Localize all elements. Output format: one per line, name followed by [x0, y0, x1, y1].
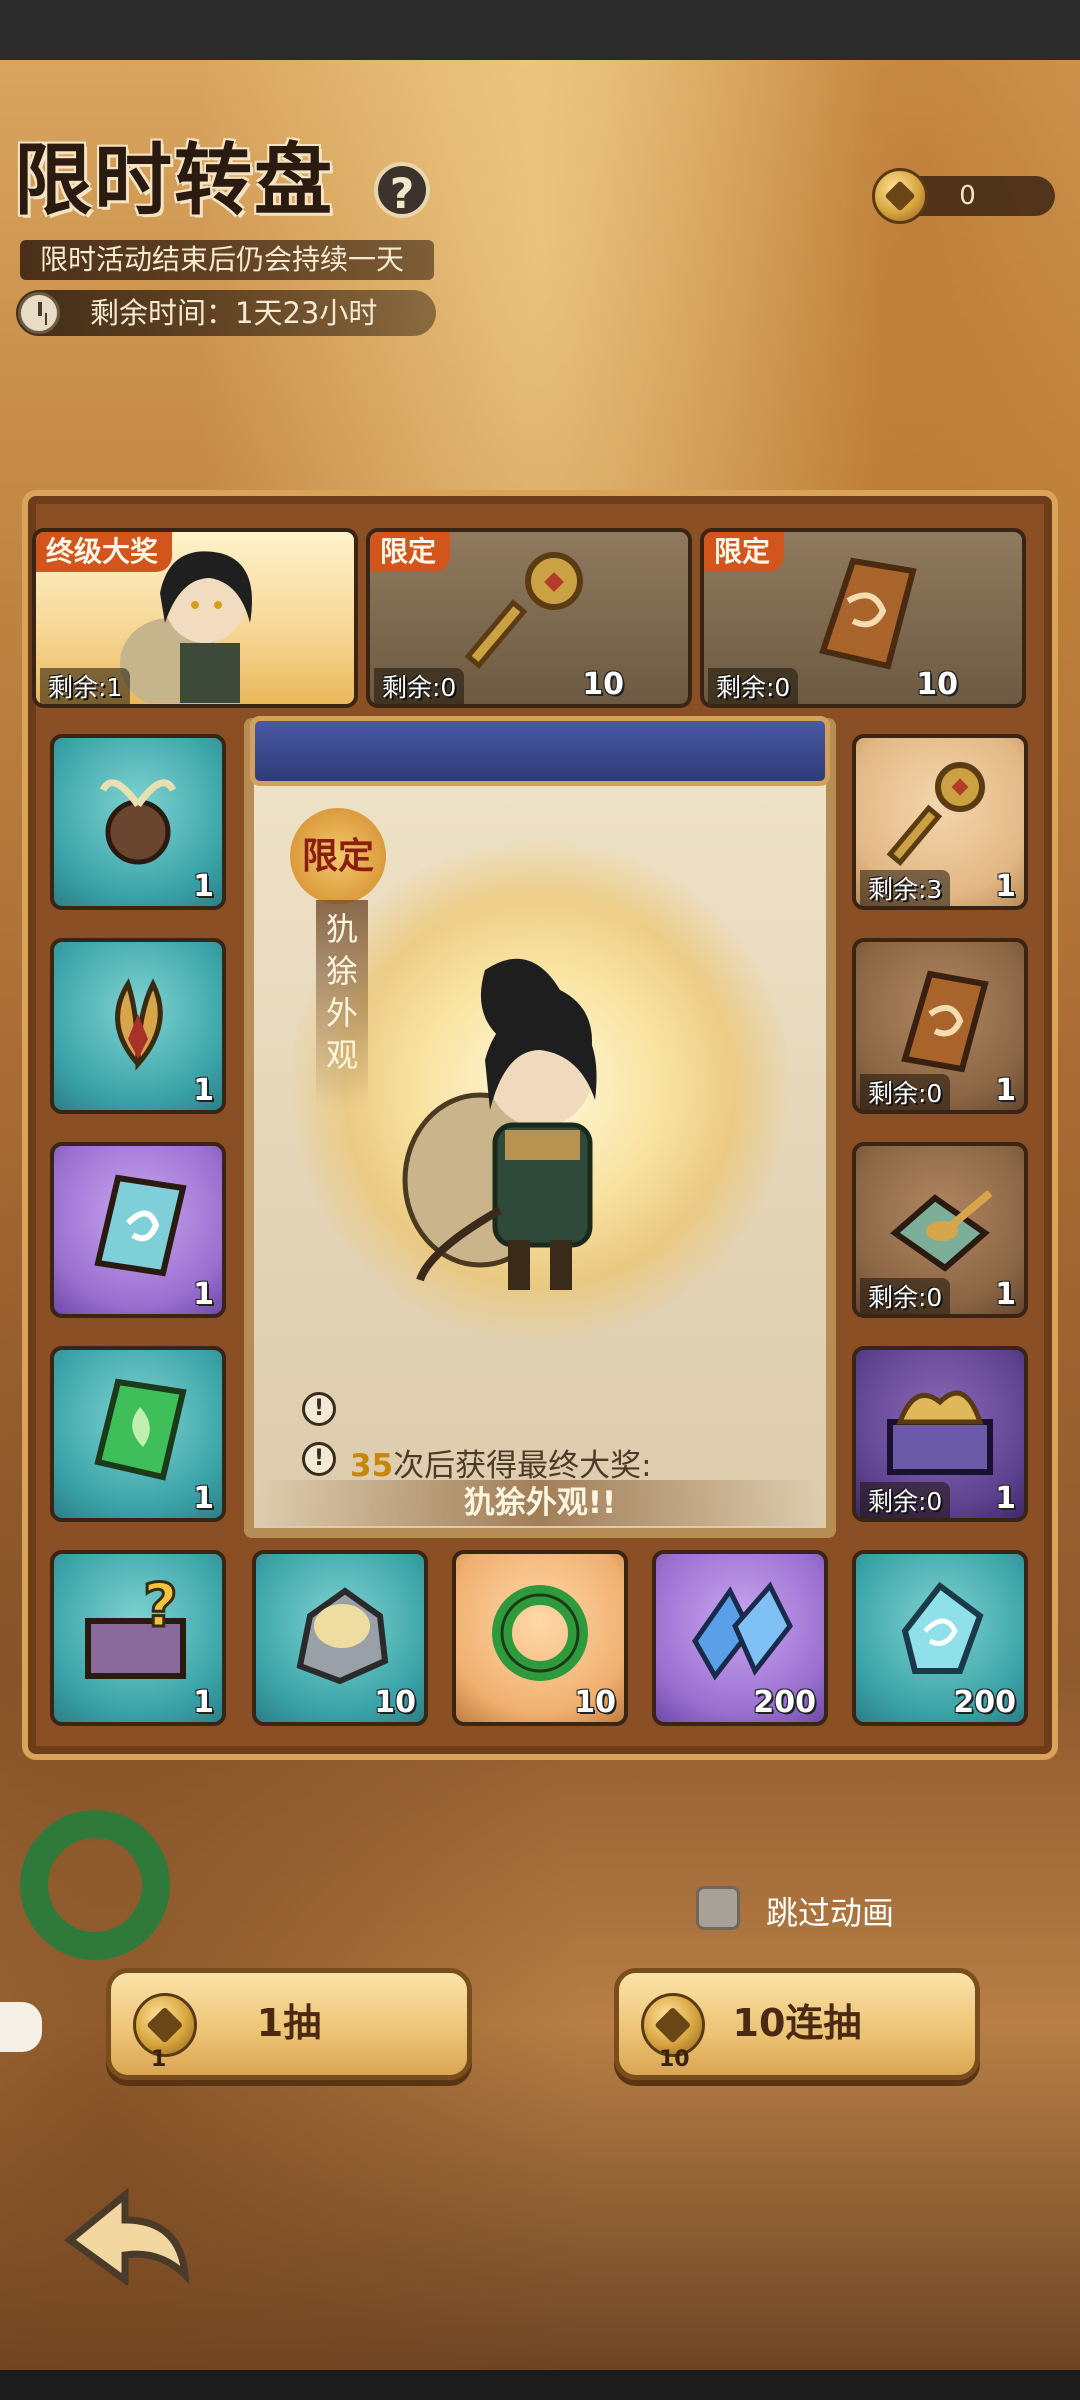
prize-cell[interactable]: 剩余:0 1 [852, 1346, 1028, 1522]
remaining-label: 剩余:0 [860, 1278, 951, 1314]
event-subtitle: 限时活动结束后仍会持续一天 [20, 240, 435, 280]
timer-text: 剩余时间：1天23小时 [90, 296, 378, 330]
limited-badge: 限定 [290, 808, 386, 904]
showcase-scroll-header [250, 716, 830, 786]
coin-icon [872, 168, 928, 224]
info-icon[interactable]: ! [302, 1442, 336, 1476]
prize-cell[interactable]: 10 [452, 1550, 628, 1726]
skip-animation-checkbox[interactable] [696, 1886, 740, 1930]
golden-key-icon [464, 552, 583, 669]
sprout-seed-icon [99, 779, 177, 865]
prize-cell[interactable]: 剩余:0 1 [852, 1142, 1028, 1318]
item-count: 1 [193, 869, 214, 904]
countdown-timer: 剩余时间：1天23小时 [16, 290, 436, 336]
prize-cell-limited-key[interactable]: 限定 剩余:0 10 [366, 528, 692, 708]
draw-10-label: 10连抽 [732, 2001, 862, 2045]
jade-ring-icon [492, 1585, 588, 1682]
status-bar [0, 0, 1080, 60]
navigation-bar [0, 2370, 1080, 2400]
info-icon[interactable]: ! [302, 1392, 336, 1426]
item-count: 10 [582, 667, 624, 702]
prize-cell[interactable]: 1 [50, 734, 226, 910]
skill-scroll-icon [94, 1174, 187, 1277]
item-count: 1 [193, 1277, 214, 1312]
item-count: 200 [953, 1685, 1016, 1720]
prize-cell[interactable]: 剩余:3 1 [852, 734, 1028, 910]
remaining-label: 剩余:0 [374, 668, 465, 704]
progress-text: 次后获得最终大奖: [393, 1448, 652, 1484]
mystery-chest-icon: ? [85, 1571, 186, 1680]
prize-cell[interactable]: ? 1 [50, 1550, 226, 1726]
jade-ornament [20, 1810, 170, 1960]
remaining-label: 剩余:0 [860, 1482, 951, 1518]
remaining-label: 剩余:3 [860, 870, 951, 906]
prize-cell[interactable]: 200 [652, 1550, 828, 1726]
item-count: 10 [916, 667, 958, 702]
leaf-scroll-icon [94, 1378, 187, 1481]
grand-prize-progress: 35次后获得最终大奖: [350, 1440, 652, 1485]
skin-name-vertical: 犰狳外观 [316, 900, 368, 1108]
character-skin-preview [402, 958, 597, 1290]
skip-animation-label: 跳过动画 [766, 1894, 895, 1932]
item-count: 1 [193, 1685, 214, 1720]
prize-cell-limited-scroll[interactable]: 限定 剩余:0 10 [700, 528, 1026, 708]
spirit-gem-icon [901, 1582, 984, 1675]
item-count: 1 [193, 1073, 214, 1108]
draw-1-button[interactable]: 1 1抽 [106, 1968, 472, 2080]
item-count: 1 [995, 869, 1016, 904]
help-icon[interactable]: ? [374, 162, 430, 218]
svg-text:?: ? [143, 1571, 178, 1641]
treasure-chest-icon [887, 1390, 993, 1476]
item-count: 1 [995, 1277, 1016, 1312]
item-count: 1 [995, 1481, 1016, 1516]
remaining-label: 剩余:0 [708, 668, 799, 704]
prize-cell[interactable]: 1 [50, 938, 226, 1114]
golden-key-icon [886, 762, 985, 867]
prize-cell[interactable]: 200 [852, 1550, 1028, 1726]
prize-cell[interactable]: 剩余:0 1 [852, 938, 1028, 1114]
item-count: 1 [995, 1073, 1016, 1108]
prize-cell[interactable]: 1 [50, 1346, 226, 1522]
item-count: 200 [753, 1685, 816, 1720]
draw-10-button[interactable]: 10 10连抽 [614, 1968, 980, 2080]
item-count: 10 [574, 1685, 616, 1720]
limited-tag: 限定 [704, 532, 785, 572]
prize-cell[interactable]: 1 [50, 1142, 226, 1318]
remaining-label: 剩余:1 [40, 668, 131, 704]
blue-crystal-icon [692, 1581, 793, 1681]
grand-prize-name: 犰狳外观!! [260, 1480, 820, 1526]
prize-cell-grand[interactable]: 终级大奖 剩余:1 [32, 528, 358, 708]
limited-tag: 限定 [370, 532, 451, 572]
prize-cell[interactable]: 10 [252, 1550, 428, 1726]
draw-1-label: 1抽 [256, 2001, 322, 2045]
spoon-tray-icon [890, 1190, 993, 1273]
progress-count: 35 [350, 1448, 394, 1484]
remaining-label: 剩余:0 [860, 1074, 951, 1110]
chat-bubble-icon[interactable] [0, 2002, 42, 2052]
item-count: 10 [374, 1685, 416, 1720]
clock-icon [18, 292, 60, 334]
coin-balance-value: 0 [959, 181, 976, 211]
ore-stone-icon [296, 1587, 389, 1685]
item-count: 1 [193, 1481, 214, 1516]
grand-prize-tag: 终级大奖 [36, 532, 173, 572]
back-arrow-icon[interactable] [60, 2185, 190, 2285]
page-title: 限时转盘 [14, 135, 335, 226]
bud-icon [115, 978, 163, 1071]
scroll-fragment-icon [901, 970, 989, 1073]
scroll-fragment-icon [819, 557, 917, 670]
